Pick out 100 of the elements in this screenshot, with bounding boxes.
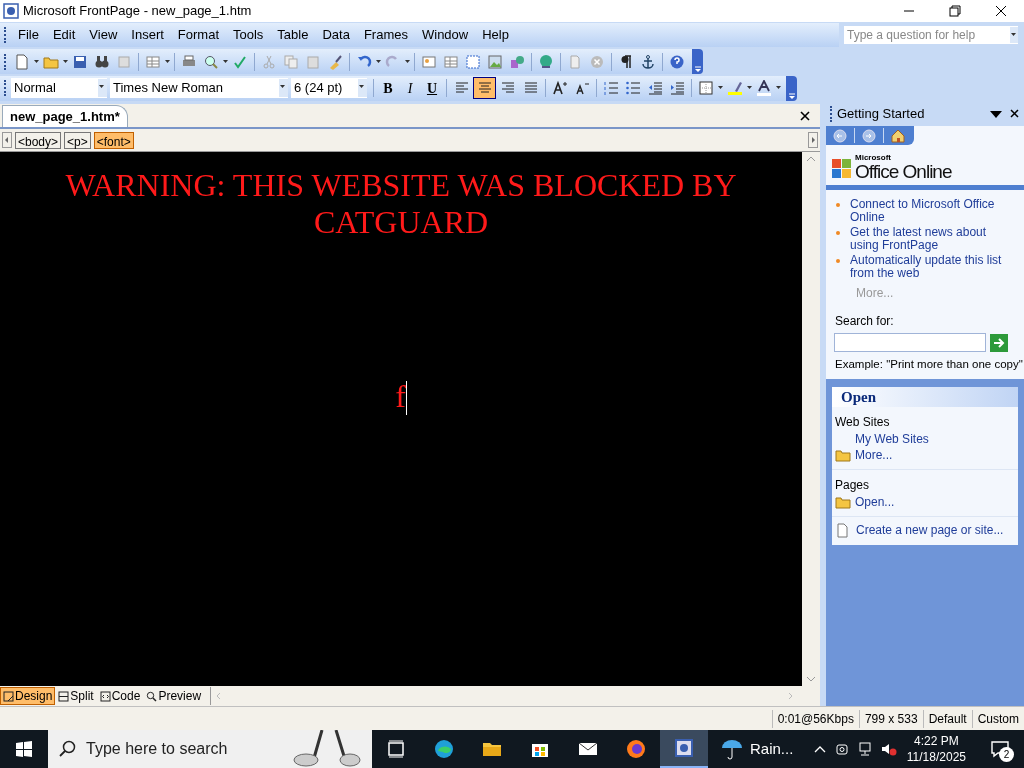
view-tab[interactable]: Design bbox=[0, 687, 56, 705]
close-icon[interactable] bbox=[993, 3, 1009, 19]
editor-canvas[interactable]: WARNING: THIS WEBSITE WAS BLOCKED BY CATGUARD f bbox=[0, 152, 802, 686]
italic-button[interactable]: I bbox=[399, 77, 421, 99]
brand-caption: Microsoft bbox=[855, 153, 892, 162]
border-icon[interactable] bbox=[698, 80, 714, 96]
bullet-list-icon[interactable] bbox=[625, 80, 641, 96]
shrink-font-icon[interactable] bbox=[574, 80, 590, 96]
close-icon[interactable] bbox=[1009, 108, 1020, 119]
shapes-icon[interactable] bbox=[509, 53, 525, 70]
tag-button[interactable]: <font> bbox=[93, 131, 134, 149]
menu-item[interactable]: Window bbox=[414, 25, 476, 45]
status-text: Custom bbox=[971, 709, 1024, 728]
link[interactable]: Open... bbox=[855, 493, 895, 512]
save-icon[interactable] bbox=[72, 53, 88, 70]
link[interactable]: My Web Sites bbox=[855, 430, 929, 449]
notifications-icon[interactable] bbox=[990, 739, 1010, 759]
dropdown-icon[interactable] bbox=[358, 79, 367, 97]
dropdown-icon[interactable] bbox=[98, 79, 107, 97]
menu-item[interactable]: Frames bbox=[356, 25, 415, 45]
font-size-dropdown[interactable]: 6 (24 pt) bbox=[291, 78, 367, 98]
close-icon[interactable] bbox=[798, 109, 812, 123]
dropdown-icon[interactable] bbox=[279, 79, 288, 97]
help-icon[interactable] bbox=[669, 53, 685, 70]
menu-item[interactable]: Edit bbox=[45, 25, 83, 45]
speaker-muted-icon[interactable] bbox=[880, 741, 897, 757]
scroll-left-icon[interactable] bbox=[2, 132, 12, 148]
view-tab[interactable]: Split bbox=[55, 687, 97, 705]
font-dropdown[interactable]: Times New Roman bbox=[110, 78, 288, 98]
clock-date[interactable]: 11/18/2025 bbox=[906, 749, 966, 765]
menu-item[interactable]: File bbox=[11, 25, 46, 45]
folder-icon bbox=[835, 447, 851, 464]
group-heading: Pages bbox=[835, 477, 871, 495]
camera-icon[interactable] bbox=[834, 741, 849, 757]
link[interactable]: Connect to Microsoft Office Online bbox=[850, 198, 1014, 224]
menu-item[interactable]: Tools bbox=[226, 25, 271, 45]
task-view-icon[interactable] bbox=[386, 739, 406, 759]
weather-button[interactable]: Rain... bbox=[712, 730, 802, 768]
brand-name: Office Online bbox=[855, 162, 952, 181]
frame-icon[interactable] bbox=[465, 53, 481, 70]
tag-button[interactable]: <body> bbox=[15, 131, 62, 149]
restore-icon[interactable] bbox=[947, 3, 963, 19]
link[interactable]: Create a new page or site... bbox=[856, 521, 1004, 540]
browser-icon[interactable] bbox=[626, 739, 646, 759]
split-view-icon[interactable] bbox=[58, 690, 70, 702]
search-label: Search for: bbox=[834, 313, 895, 330]
code-view-icon[interactable] bbox=[99, 690, 111, 702]
menu-item[interactable]: Data bbox=[315, 25, 357, 45]
back-icon[interactable] bbox=[832, 127, 848, 144]
dropdown-icon[interactable] bbox=[1010, 27, 1018, 43]
grow-font-icon[interactable] bbox=[552, 80, 568, 96]
highlight-icon[interactable] bbox=[727, 80, 743, 96]
link[interactable]: Get the latest news about using FrontPage bbox=[850, 226, 1014, 252]
underline-button[interactable]: U bbox=[421, 77, 443, 99]
decrease-indent-icon[interactable] bbox=[647, 80, 663, 96]
network-icon[interactable] bbox=[856, 741, 873, 757]
numbered-list-icon[interactable] bbox=[603, 80, 619, 96]
editor-text: f bbox=[395, 378, 406, 415]
scroll-right-icon[interactable] bbox=[808, 132, 818, 148]
magnifier-icon[interactable] bbox=[203, 53, 219, 70]
menu-item[interactable]: Insert bbox=[124, 25, 171, 45]
browser-icon[interactable] bbox=[434, 739, 454, 759]
forward-icon[interactable] bbox=[861, 127, 877, 144]
status-text: 0:01@56Kbps bbox=[771, 709, 859, 728]
window-title: Microsoft FrontPage - new_page_1.htm bbox=[23, 2, 252, 21]
warning-heading: WARNING: THIS WEBSITE WAS BLOCKED BY CATGUARD bbox=[64, 167, 738, 241]
taskbar-search-field[interactable]: Type here to search bbox=[48, 730, 372, 768]
menu-item[interactable]: Help bbox=[475, 25, 516, 45]
increase-indent-icon[interactable] bbox=[669, 80, 685, 96]
design-view-icon[interactable] bbox=[3, 690, 14, 702]
search-icon[interactable] bbox=[58, 740, 76, 758]
link[interactable]: Automatically update this list from the web bbox=[850, 254, 1014, 280]
document-icon bbox=[836, 522, 848, 538]
font-color-icon[interactable] bbox=[756, 80, 772, 96]
office-logo-icon bbox=[832, 159, 851, 178]
search-example: Example: "Print more than one copy" bbox=[834, 357, 1024, 372]
document-tab[interactable]: new_page_1.htm* bbox=[2, 105, 128, 127]
menu-item[interactable]: Table bbox=[270, 25, 316, 45]
link[interactable]: More... bbox=[855, 446, 893, 465]
app-icon bbox=[3, 3, 19, 19]
view-tab[interactable]: Preview bbox=[143, 687, 205, 705]
help-search-field[interactable]: Type a question for help bbox=[843, 25, 1019, 45]
app-icon[interactable] bbox=[674, 738, 694, 758]
bold-button[interactable]: B bbox=[377, 77, 399, 99]
tag-button[interactable]: <p> bbox=[64, 131, 91, 149]
clock-time[interactable]: 4:22 PM bbox=[914, 733, 959, 749]
undo-icon[interactable] bbox=[356, 53, 372, 70]
pilcrow-icon[interactable] bbox=[618, 53, 634, 70]
home-icon[interactable] bbox=[890, 127, 906, 144]
umbrella-icon[interactable] bbox=[720, 738, 744, 760]
anchor-icon[interactable] bbox=[640, 53, 656, 70]
style-dropdown[interactable]: Normal bbox=[11, 78, 107, 98]
menu-item[interactable]: View bbox=[82, 25, 125, 45]
search-field[interactable] bbox=[834, 333, 986, 352]
taskbar-app[interactable] bbox=[660, 730, 708, 768]
windows-logo-icon[interactable] bbox=[16, 741, 32, 757]
binoculars-icon[interactable] bbox=[94, 53, 110, 70]
preview-view-icon[interactable] bbox=[146, 690, 158, 702]
view-tab[interactable]: Code bbox=[96, 687, 144, 705]
menu-item[interactable]: Format bbox=[170, 25, 226, 45]
